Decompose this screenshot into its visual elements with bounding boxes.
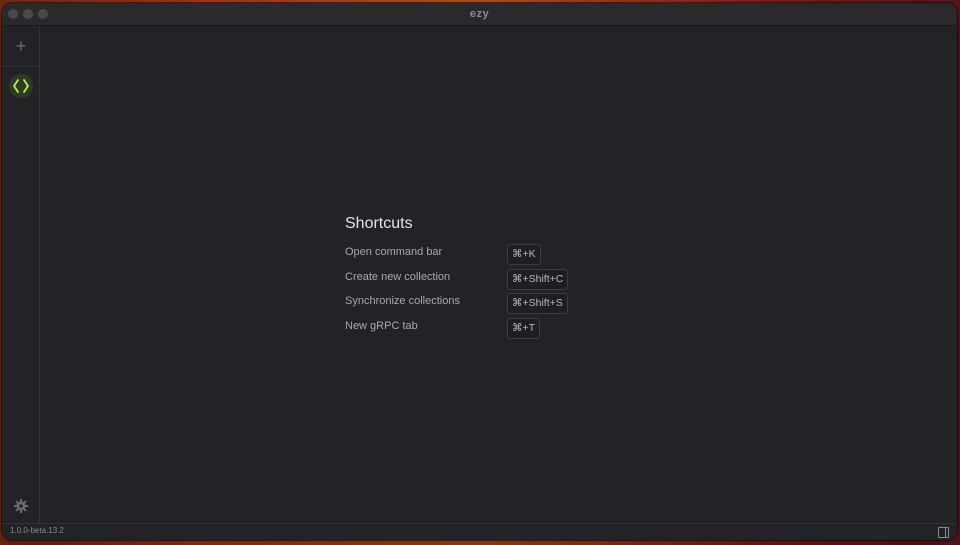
settings-button[interactable]	[13, 498, 29, 514]
gear-icon	[14, 499, 28, 513]
shortcuts-panel: Shortcuts Open command bar ⌘+K Create ne…	[345, 214, 605, 342]
shortcut-label: New gRPC tab	[345, 319, 418, 332]
plus-icon: +	[15, 36, 27, 56]
sidebar: +	[2, 26, 40, 524]
shortcut-row: New gRPC tab ⌘+T	[345, 317, 605, 343]
shortcut-keys: ⌘+K	[507, 244, 541, 265]
window-title: ezy	[469, 8, 490, 20]
add-button[interactable]: +	[11, 36, 31, 56]
title-bar[interactable]: ezy	[2, 3, 957, 26]
sidebar-item-grpc[interactable]	[9, 74, 33, 98]
shortcut-keys: ⌘+Shift+S	[507, 293, 568, 314]
shortcut-row: Open command bar ⌘+K	[345, 244, 605, 269]
shortcut-keys: ⌘+T	[507, 317, 541, 339]
version-label: 1.0.0-beta.13.2	[10, 526, 64, 535]
sidebar-divider	[2, 66, 39, 67]
shortcut-label: Synchronize collections	[345, 295, 460, 307]
app-window: ezy + Shortcuts Open command bar ⌘+K Cre…	[2, 3, 957, 540]
shortcut-label: Create new collection	[345, 270, 451, 283]
shortcut-label: Open command bar	[345, 246, 443, 258]
status-bar: 1.0.0-beta.13.2	[2, 523, 957, 540]
shortcut-keys: ⌘+Shift+C	[507, 268, 569, 290]
panel-toggle-icon[interactable]	[938, 527, 949, 538]
main-content: Shortcuts Open command bar ⌘+K Create ne…	[40, 26, 957, 524]
shortcut-row: Create new collection ⌘+Shift+C	[345, 268, 605, 294]
shortcut-row: Synchronize collections ⌘+Shift+S	[345, 293, 605, 318]
shortcuts-title: Shortcuts	[345, 215, 413, 232]
code-brackets-icon	[13, 79, 29, 93]
